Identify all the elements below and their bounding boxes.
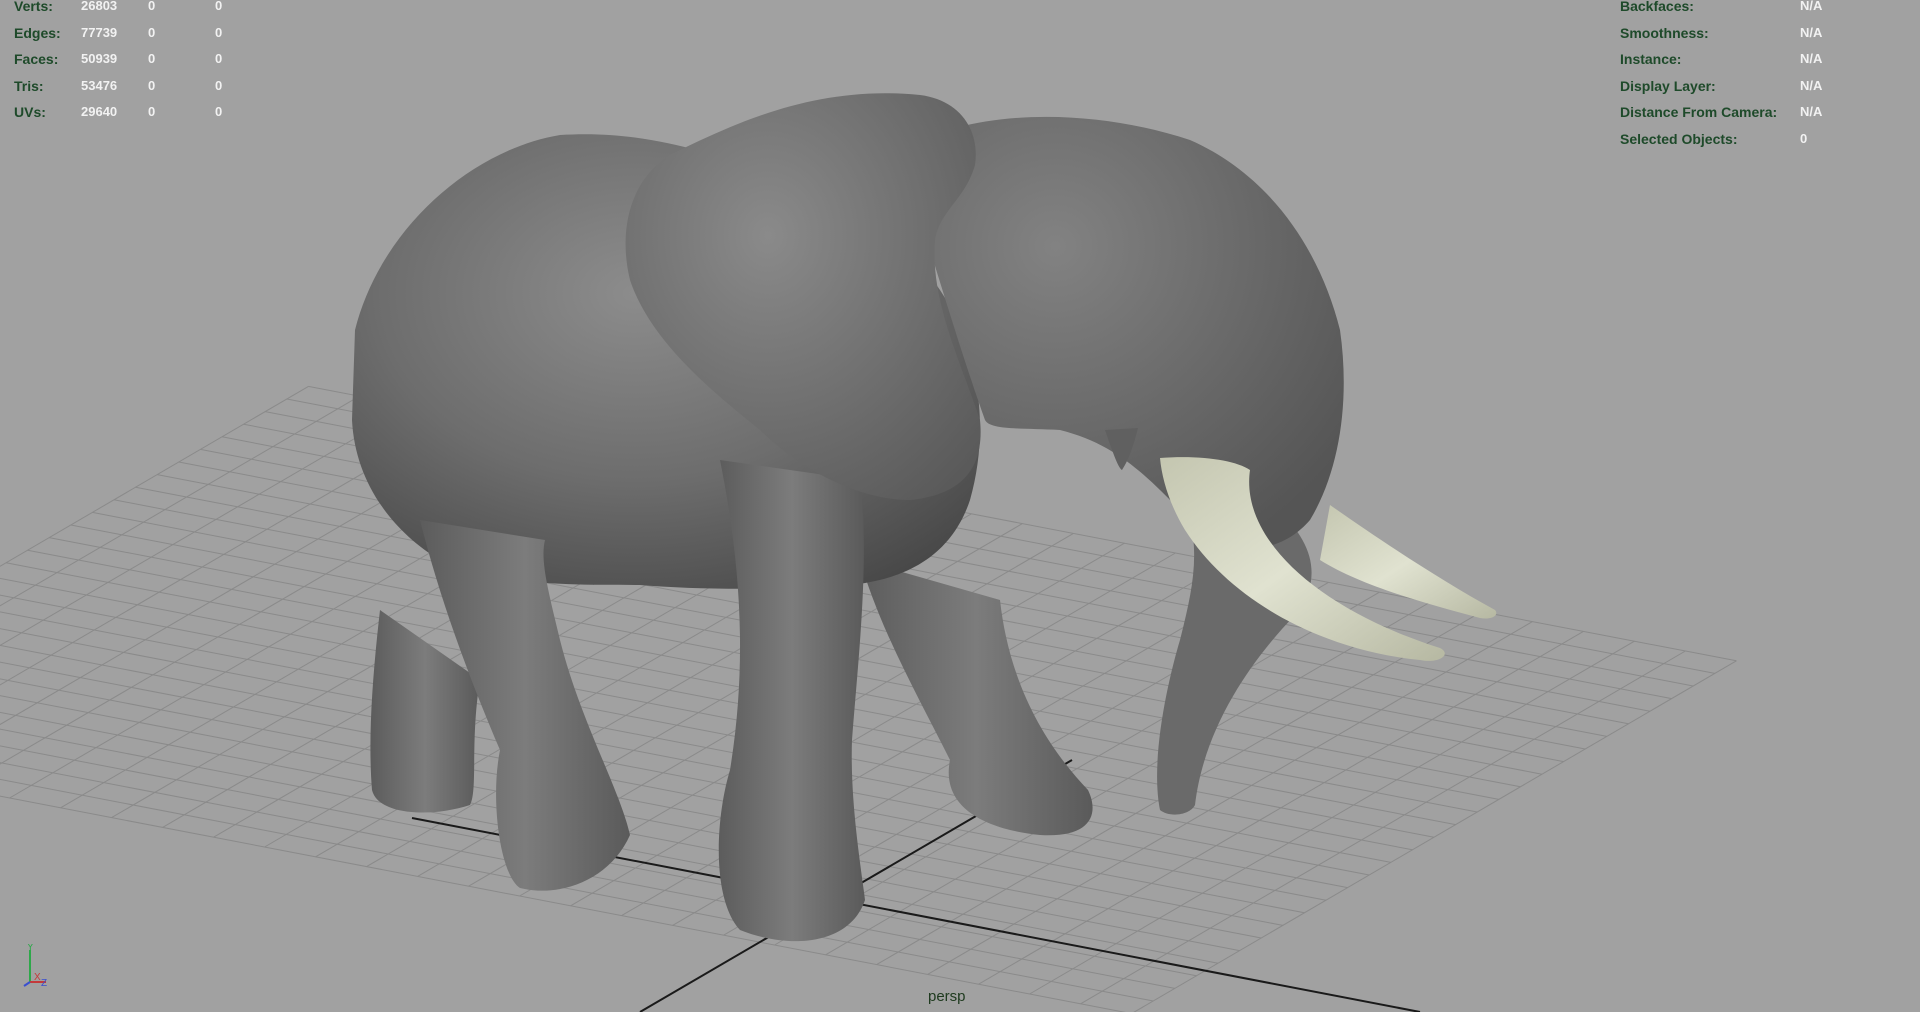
object-detail-value: 0 bbox=[1800, 130, 1808, 146]
object-detail-value: N/A bbox=[1800, 24, 1823, 40]
poly-count-selected: 0 bbox=[148, 0, 156, 13]
object-detail-value: N/A bbox=[1800, 104, 1823, 119]
poly-count-label: Tris: bbox=[14, 77, 44, 94]
poly-count-component: 0 bbox=[215, 104, 223, 119]
poly-count-label: Faces: bbox=[14, 51, 59, 67]
viewport-scene[interactable] bbox=[0, 0, 1920, 1012]
camera-name-label: persp bbox=[928, 988, 966, 1005]
elephant-model[interactable] bbox=[352, 93, 1497, 942]
axis-y-label: Y bbox=[27, 944, 34, 953]
grid-line bbox=[0, 385, 309, 567]
poly-count-component: 0 bbox=[215, 0, 223, 13]
poly-count-component: 0 bbox=[215, 77, 223, 93]
object-detail-label: Selected Objects: bbox=[1620, 130, 1738, 147]
object-detail-value: N/A bbox=[1800, 0, 1823, 13]
object-detail-label: Smoothness: bbox=[1620, 24, 1709, 41]
axis-z-label: Z bbox=[41, 978, 47, 988]
poly-count-component: 0 bbox=[215, 24, 223, 40]
poly-count-selected: 0 bbox=[148, 104, 156, 119]
poly-count-label: Edges: bbox=[14, 24, 61, 41]
object-detail-value: N/A bbox=[1800, 77, 1823, 93]
axis-gizmo-icon: Y X Z bbox=[23, 944, 47, 988]
poly-count-total: 53476 bbox=[81, 77, 118, 93]
grid-line bbox=[0, 628, 1348, 889]
poly-count-label: UVs: bbox=[14, 104, 46, 120]
poly-count-selected: 0 bbox=[148, 77, 156, 93]
3d-viewport[interactable]: Verts: 26803 0 0 Edges: 77739 0 0 Faces: 50939 0 0 T… bbox=[0, 0, 1920, 1012]
axis-x-label: X bbox=[34, 972, 41, 983]
leg-front-near bbox=[718, 460, 865, 942]
object-detail-label: Distance From Camera: bbox=[1620, 104, 1778, 120]
poly-count-label: Verts: bbox=[14, 0, 53, 14]
tusk-far bbox=[1320, 505, 1497, 619]
poly-count-total: 50939 bbox=[81, 51, 118, 66]
object-detail-value: N/A bbox=[1800, 51, 1823, 66]
poly-count-total: 77739 bbox=[81, 24, 118, 40]
poly-count-component: 0 bbox=[215, 51, 223, 66]
grid-line bbox=[0, 395, 360, 607]
object-detail-label: Backfaces: bbox=[1620, 0, 1694, 14]
poly-count-total: 29640 bbox=[81, 104, 118, 119]
grid-line bbox=[0, 405, 411, 646]
poly-count-selected: 0 bbox=[148, 24, 156, 40]
poly-count-total: 26803 bbox=[81, 0, 118, 13]
poly-count-selected: 0 bbox=[148, 51, 156, 66]
object-detail-label: Instance: bbox=[1620, 51, 1682, 67]
object-detail-label: Display Layer: bbox=[1620, 77, 1716, 94]
